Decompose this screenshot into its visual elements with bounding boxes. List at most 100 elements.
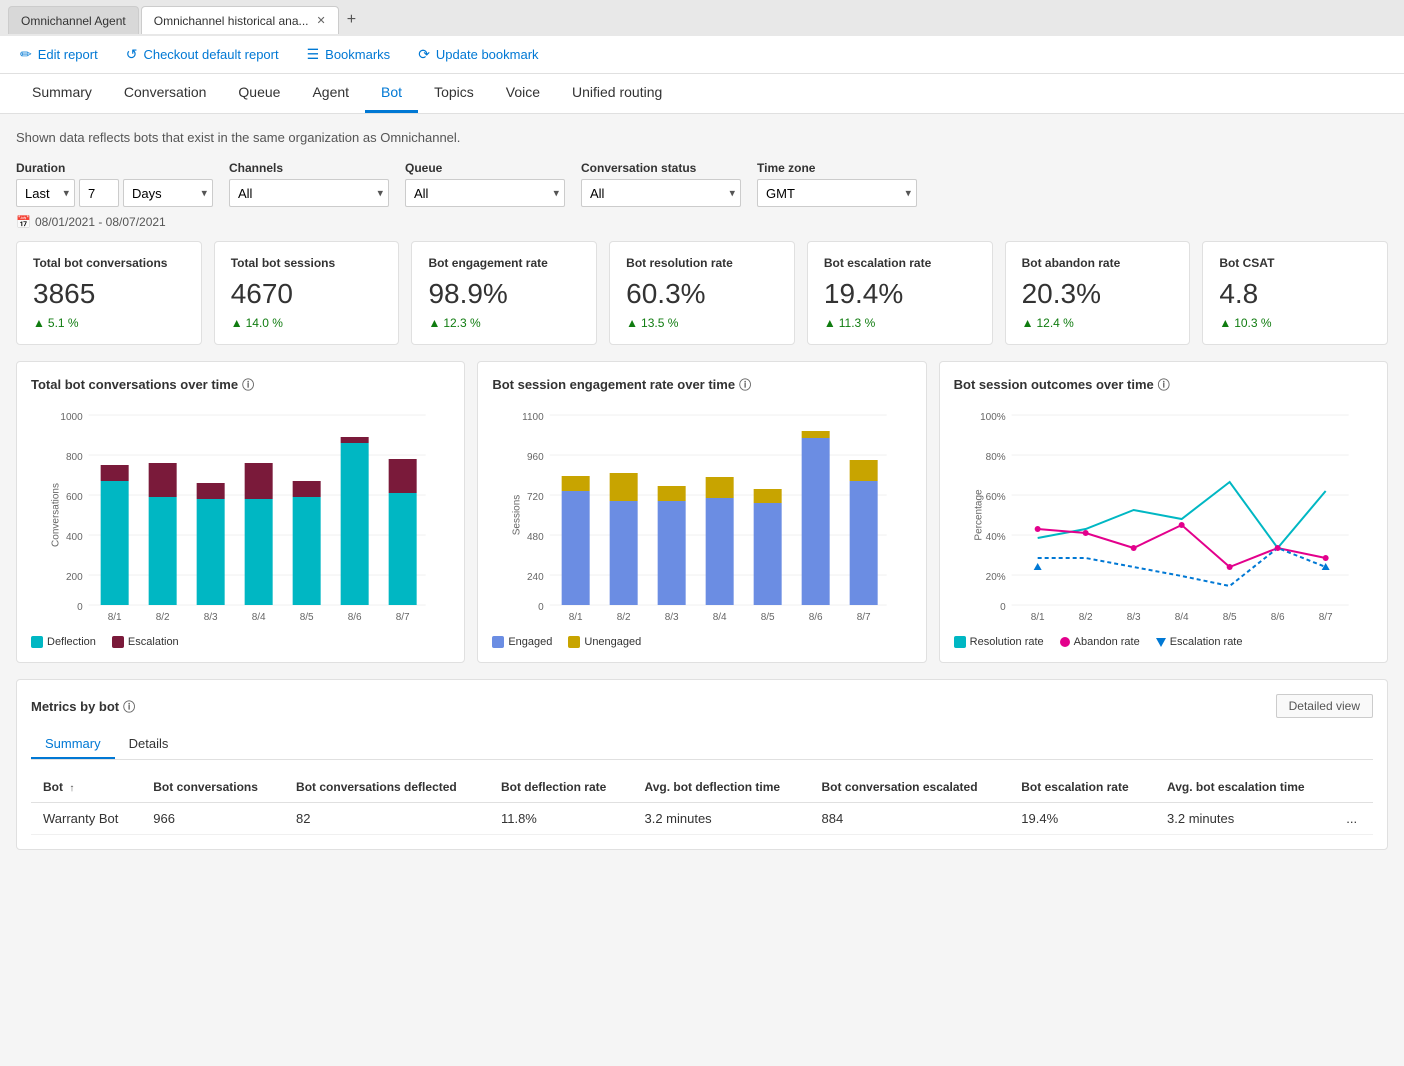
kpi-change: ▲ 12.3 %	[428, 316, 580, 330]
kpi-change: ▲ 11.3 %	[824, 316, 976, 330]
sort-icon[interactable]: ↑	[69, 783, 74, 794]
resolution-rate-label: Resolution rate	[970, 636, 1044, 648]
bar-escalation	[197, 483, 225, 499]
cell-bot: Warranty Bot	[31, 803, 141, 835]
close-tab-icon[interactable]: ✕	[317, 14, 326, 27]
svg-text:8/5: 8/5	[761, 612, 775, 623]
up-arrow-icon: ▲	[428, 316, 440, 330]
update-bookmark-label: Update bookmark	[436, 47, 539, 62]
bar-deflection	[341, 443, 369, 605]
up-arrow-icon: ▲	[1022, 316, 1034, 330]
metrics-table: Bot ↑ Bot conversations Bot conversation…	[31, 772, 1373, 835]
svg-text:Percentage: Percentage	[973, 489, 984, 541]
svg-text:8/6: 8/6	[1270, 612, 1284, 623]
charts-row: Total bot conversations over time ⓘ 1000…	[16, 361, 1388, 663]
legend-abandon-rate: Abandon rate	[1060, 636, 1140, 648]
nav-tab-queue[interactable]: Queue	[222, 74, 296, 113]
timezone-select[interactable]: GMT	[757, 179, 917, 207]
detailed-view-button[interactable]: Detailed view	[1276, 694, 1373, 718]
dot	[1082, 530, 1088, 536]
checkout-default-button[interactable]: ↺ Checkout default report	[122, 44, 283, 65]
nav-tab-voice[interactable]: Voice	[490, 74, 556, 113]
bar-escalation	[101, 465, 129, 481]
metrics-title: Metrics by bot ⓘ	[31, 698, 135, 715]
dot	[1178, 522, 1184, 528]
col-avg-bot-deflection-time: Avg. bot deflection time	[632, 772, 809, 803]
up-arrow-icon: ▲	[231, 316, 243, 330]
nav-tab-conversation[interactable]: Conversation	[108, 74, 223, 113]
sub-tab-summary[interactable]: Summary	[31, 730, 115, 759]
bar-escalation	[341, 437, 369, 443]
update-bookmark-button[interactable]: ⟳ Update bookmark	[414, 44, 542, 65]
kpi-value: 19.4%	[824, 278, 976, 310]
refresh-icon: ↺	[126, 46, 138, 63]
sub-tab-details[interactable]: Details	[115, 730, 183, 759]
svg-text:8/6: 8/6	[809, 612, 823, 623]
duration-value-input[interactable]	[79, 179, 119, 207]
bookmarks-button[interactable]: ☰ Bookmarks	[303, 44, 395, 65]
legend-engaged: Engaged	[492, 636, 552, 648]
bar-unengaged	[610, 473, 638, 501]
kpi-total-bot-sessions: Total bot sessions 4670 ▲ 14.0 %	[214, 241, 400, 345]
nav-tab-summary[interactable]: Summary	[16, 74, 108, 113]
svg-text:0: 0	[77, 602, 83, 613]
bar-deflection	[389, 493, 417, 605]
escalation-color	[112, 636, 124, 648]
kpi-change-value: 10.3 %	[1234, 316, 1271, 330]
svg-text:1100: 1100	[522, 412, 544, 423]
queue-select[interactable]: All	[405, 179, 565, 207]
add-tab-button[interactable]: +	[341, 11, 362, 29]
kpi-value: 4.8	[1219, 278, 1371, 310]
queue-filter: Queue All	[405, 161, 565, 207]
svg-text:0: 0	[538, 602, 544, 613]
abandon-rate-line	[1037, 525, 1325, 567]
kpi-title: Bot CSAT	[1219, 256, 1371, 270]
conversation-status-select[interactable]: All	[581, 179, 741, 207]
kpi-value: 60.3%	[626, 278, 778, 310]
date-range: 📅 08/01/2021 - 08/07/2021	[16, 215, 1388, 229]
channels-select[interactable]: All	[229, 179, 389, 207]
kpi-title: Bot abandon rate	[1022, 256, 1174, 270]
kpi-bot-csat: Bot CSAT 4.8 ▲ 10.3 %	[1202, 241, 1388, 345]
kpi-bot-abandon-rate: Bot abandon rate 20.3% ▲ 12.4 %	[1005, 241, 1191, 345]
channels-select-wrapper: All	[229, 179, 389, 207]
col-bot-conversation-escalated: Bot conversation escalated	[810, 772, 1010, 803]
col-bot-deflection-rate: Bot deflection rate	[489, 772, 633, 803]
escalation-triangle-icon	[1156, 638, 1166, 647]
bookmark-icon: ☰	[307, 46, 320, 63]
queue-label: Queue	[405, 161, 565, 175]
cell-bot-conversations-deflected: 82	[284, 803, 489, 835]
duration-type-select[interactable]: Last	[16, 179, 75, 207]
nav-tab-agent[interactable]: Agent	[296, 74, 365, 113]
col-avg-bot-escalation-time: Avg. bot escalation time	[1155, 772, 1334, 803]
chart-legend: Deflection Escalation	[31, 636, 450, 648]
kpi-change-value: 11.3 %	[839, 316, 875, 330]
svg-text:8/1: 8/1	[1030, 612, 1044, 623]
kpi-title: Bot engagement rate	[428, 256, 580, 270]
chart-conversations-over-time: Total bot conversations over time ⓘ 1000…	[16, 361, 465, 663]
bar-engaged	[802, 438, 830, 605]
kpi-row: Total bot conversations 3865 ▲ 5.1 % Tot…	[16, 241, 1388, 345]
main-content: Shown data reflects bots that exist in t…	[0, 114, 1404, 1066]
metrics-header: Metrics by bot ⓘ Detailed view	[31, 694, 1373, 718]
kpi-change: ▲ 5.1 %	[33, 316, 185, 330]
tab-omnichannel-historical[interactable]: Omnichannel historical ana... ✕	[141, 6, 339, 34]
triangle	[1033, 563, 1041, 570]
svg-text:8/3: 8/3	[1126, 612, 1140, 623]
bar-engaged	[658, 501, 686, 605]
info-icon[interactable]: ⓘ	[1158, 376, 1170, 393]
svg-text:8/2: 8/2	[1078, 612, 1092, 623]
info-icon[interactable]: ⓘ	[123, 698, 135, 715]
duration-filter: Duration Last Days	[16, 161, 213, 207]
nav-tab-unified-routing[interactable]: Unified routing	[556, 74, 678, 113]
tab-omnichannel-agent[interactable]: Omnichannel Agent	[8, 6, 139, 34]
info-icon[interactable]: ⓘ	[739, 376, 751, 393]
col-bot-conversations: Bot conversations	[141, 772, 284, 803]
nav-tab-topics[interactable]: Topics	[418, 74, 490, 113]
svg-text:8/5: 8/5	[1222, 612, 1236, 623]
duration-unit-select[interactable]: Days	[123, 179, 213, 207]
nav-tab-bot[interactable]: Bot	[365, 74, 418, 113]
edit-report-button[interactable]: ✏ Edit report	[16, 44, 102, 65]
deflection-color	[31, 636, 43, 648]
info-icon[interactable]: ⓘ	[242, 376, 254, 393]
